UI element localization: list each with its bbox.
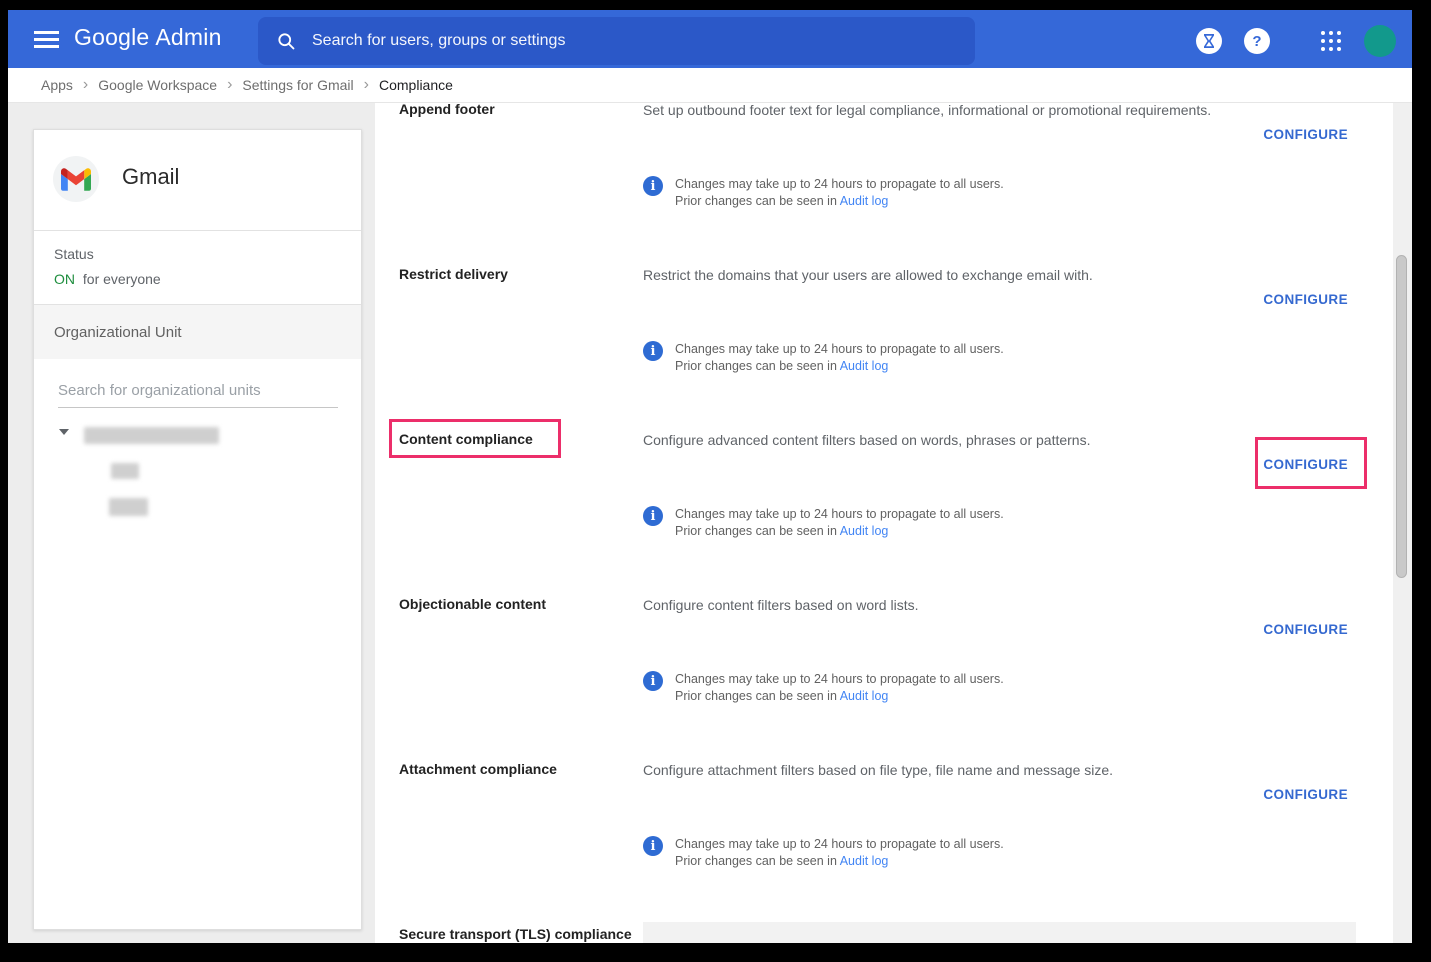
breadcrumb-separator: › xyxy=(227,78,232,92)
breadcrumb-current-compliance: Compliance xyxy=(379,77,453,93)
setting-label: Append footer xyxy=(399,101,629,117)
configure-button[interactable]: CONFIGURE xyxy=(1263,292,1348,307)
audit-log-link[interactable]: Audit log xyxy=(840,854,889,868)
account-avatar[interactable] xyxy=(1364,25,1396,57)
breadcrumb-separator: › xyxy=(83,78,88,92)
note-line1: Changes may take up to 24 hours to propa… xyxy=(675,341,1004,358)
note-line2: Prior changes can be seen in xyxy=(675,689,837,703)
audit-log-link[interactable]: Audit log xyxy=(840,359,889,373)
note-line1: Changes may take up to 24 hours to propa… xyxy=(675,671,1004,688)
note-line1: Changes may take up to 24 hours to propa… xyxy=(675,506,1004,523)
whats-new-button[interactable] xyxy=(1196,28,1222,54)
status-label: Status xyxy=(54,246,94,262)
info-icon: i xyxy=(643,341,663,361)
ou-search xyxy=(58,378,338,408)
setting-label: Content compliance xyxy=(399,431,629,447)
ou-child-item-redacted[interactable] xyxy=(109,498,148,516)
hourglass-icon xyxy=(1203,34,1215,48)
audit-log-link[interactable]: Audit log xyxy=(840,524,889,538)
setting-label: Objectionable content xyxy=(399,596,629,612)
status-value: ON for everyone xyxy=(54,271,161,287)
propagation-note: i Changes may take up to 24 hours to pro… xyxy=(643,506,1004,540)
setting-description: Set up outbound footer text for legal co… xyxy=(643,102,1303,118)
note-line2: Prior changes can be seen in xyxy=(675,854,837,868)
app-bar: GoogleAdmin ? xyxy=(8,10,1412,68)
note-line2: Prior changes can be seen in xyxy=(675,194,837,208)
global-search-input[interactable] xyxy=(310,31,914,51)
breadcrumb-apps[interactable]: Apps xyxy=(41,77,73,93)
admin-console-window: Append footer Set up outbound footer tex… xyxy=(8,10,1412,943)
row-placeholder xyxy=(643,922,1356,943)
help-button[interactable]: ? xyxy=(1244,28,1270,54)
breadcrumb-google-workspace[interactable]: Google Workspace xyxy=(98,77,217,93)
configure-button[interactable]: CONFIGURE xyxy=(1263,127,1348,142)
global-search xyxy=(258,17,975,65)
setting-description: Configure content filters based on word … xyxy=(643,597,1303,613)
gmail-logo xyxy=(53,156,99,202)
setting-description: Restrict the domains that your users are… xyxy=(643,267,1303,283)
note-line2: Prior changes can be seen in xyxy=(675,359,837,373)
search-icon xyxy=(276,31,296,51)
propagation-note: i Changes may take up to 24 hours to pro… xyxy=(643,671,1004,705)
ou-search-input[interactable] xyxy=(58,378,338,408)
chevron-down-icon[interactable] xyxy=(59,429,69,435)
hamburger-menu-icon[interactable] xyxy=(34,31,59,48)
note-line1: Changes may take up to 24 hours to propa… xyxy=(675,836,1004,853)
propagation-note: i Changes may take up to 24 hours to pro… xyxy=(643,836,1004,870)
organizational-unit-header: Organizational Unit xyxy=(34,305,361,359)
setting-label: Attachment compliance xyxy=(399,761,629,777)
audit-log-link[interactable]: Audit log xyxy=(840,689,889,703)
scrollbar-track[interactable] xyxy=(1393,103,1412,943)
note-line1: Changes may take up to 24 hours to propa… xyxy=(675,176,1004,193)
breadcrumb: Apps › Google Workspace › Settings for G… xyxy=(8,68,1412,103)
ou-root-item-redacted[interactable] xyxy=(84,427,219,444)
divider xyxy=(34,230,361,231)
service-title: Gmail xyxy=(122,164,179,190)
wordmark-admin: Admin xyxy=(155,24,221,50)
setting-label: Restrict delivery xyxy=(399,266,629,282)
gmail-settings-card: Gmail Status ON for everyone Organizatio… xyxy=(33,129,362,930)
apps-grid-icon[interactable] xyxy=(1321,31,1341,51)
ou-child-item-redacted[interactable] xyxy=(111,463,139,479)
propagation-note: i Changes may take up to 24 hours to pro… xyxy=(643,176,1004,210)
setting-description: Configure attachment filters based on fi… xyxy=(643,762,1303,778)
info-icon: i xyxy=(643,671,663,691)
info-icon: i xyxy=(643,506,663,526)
status-suffix: for everyone xyxy=(83,271,161,287)
breadcrumb-separator: › xyxy=(364,78,369,92)
audit-log-link[interactable]: Audit log xyxy=(840,194,889,208)
info-icon: i xyxy=(643,176,663,196)
note-line2: Prior changes can be seen in xyxy=(675,524,837,538)
propagation-note: i Changes may take up to 24 hours to pro… xyxy=(643,341,1004,375)
info-icon: i xyxy=(643,836,663,856)
configure-button[interactable]: CONFIGURE xyxy=(1263,457,1348,472)
configure-button[interactable]: CONFIGURE xyxy=(1263,787,1348,802)
question-mark-icon: ? xyxy=(1252,33,1261,50)
breadcrumb-settings-for-gmail[interactable]: Settings for Gmail xyxy=(242,77,353,93)
wordmark-google: Google xyxy=(74,24,149,50)
setting-label: Secure transport (TLS) compliance xyxy=(399,926,639,942)
organizational-unit-title: Organizational Unit xyxy=(54,324,182,341)
setting-description: Configure advanced content filters based… xyxy=(643,432,1303,448)
scrollbar-thumb[interactable] xyxy=(1396,255,1407,578)
google-admin-wordmark: GoogleAdmin xyxy=(74,24,222,51)
configure-button[interactable]: CONFIGURE xyxy=(1263,622,1348,637)
status-on-badge: ON xyxy=(54,271,75,287)
